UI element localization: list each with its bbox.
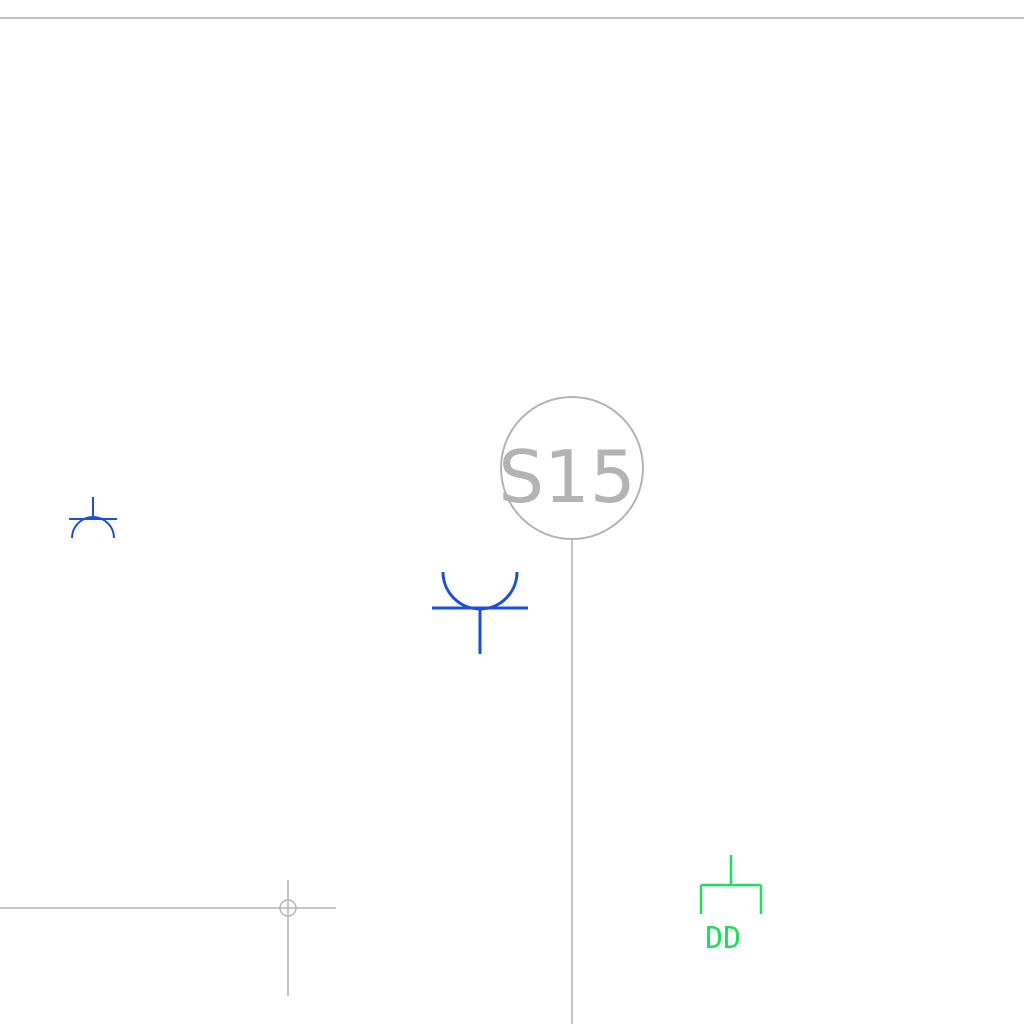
receptacle-small-arc <box>71 516 115 539</box>
receptacle-large-arc <box>441 571 519 611</box>
receptacle-large-symbol[interactable] <box>432 571 528 654</box>
grid-bubble-label: S15 <box>498 435 635 519</box>
grid-line-s15[interactable]: S15 <box>498 396 644 1024</box>
equipment-tag-label: DD <box>705 921 741 956</box>
equipment-connection-symbol[interactable] <box>699 855 763 914</box>
reference-crosshair[interactable] <box>0 880 336 996</box>
drawing-canvas: S15 DD <box>0 17 1024 1024</box>
receptacle-small-symbol[interactable] <box>69 497 117 539</box>
